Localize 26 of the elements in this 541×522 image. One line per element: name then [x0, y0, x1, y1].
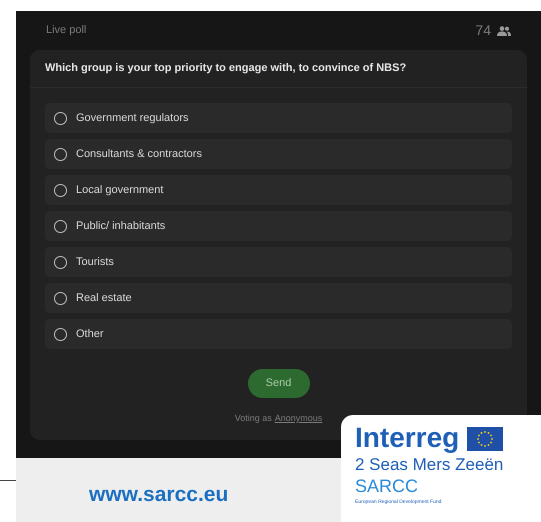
poll-title: Live poll — [46, 23, 86, 38]
participant-count: 74 — [475, 21, 491, 40]
radio-button[interactable] — [54, 256, 67, 268]
people-icon — [497, 26, 511, 36]
send-button[interactable]: Send — [248, 369, 310, 398]
radio-button[interactable] — [54, 328, 67, 340]
project-name: SARCC — [355, 475, 420, 497]
anonymous-link[interactable]: Anonymous — [274, 412, 322, 426]
poll-option[interactable]: Government regulators — [45, 103, 512, 133]
poll-option[interactable]: Real estate — [45, 283, 512, 313]
poll-option[interactable]: Other — [45, 319, 512, 349]
website-url: www.sarcc.eu — [89, 482, 228, 508]
poll-option[interactable]: Local government — [45, 175, 512, 205]
interreg-logo-text: Interreg — [355, 423, 460, 453]
poll-option[interactable]: Tourists — [45, 247, 512, 277]
radio-button[interactable] — [54, 148, 67, 160]
radio-button[interactable] — [54, 184, 67, 196]
programme-name: 2 Seas Mers Zeeën — [355, 455, 504, 475]
poll-question: Which group is your top priority to engage with, to convince of NBS? — [45, 61, 406, 76]
voting-label: Voting as — [234, 412, 272, 425]
poll-option[interactable]: Consultants & contractors — [45, 139, 512, 169]
radio-button[interactable] — [54, 220, 67, 232]
eu-flag-icon — [467, 427, 504, 451]
radio-button[interactable] — [54, 112, 67, 124]
poll-option[interactable]: Public/ inhabitants — [45, 211, 512, 241]
radio-button[interactable] — [54, 292, 67, 304]
